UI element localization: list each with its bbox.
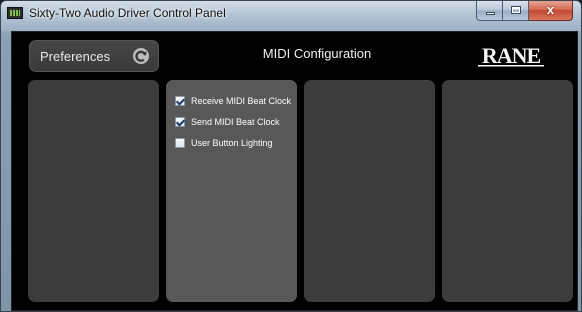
page-title: MIDI Configuration [262,46,372,61]
send-midi-beat-clock-checkbox[interactable] [175,117,185,127]
maximize-button[interactable] [503,1,529,21]
rane-logo: RANE [478,43,544,68]
refresh-icon [133,48,149,64]
close-icon: x [546,2,555,17]
app-window: Sixty-Two Audio Driver Control Panel x P… [0,0,582,312]
settings-panel-3 [304,80,435,302]
minimize-button[interactable] [476,1,503,21]
mixer-app-icon[interactable] [7,7,23,19]
title-bar[interactable]: Sixty-Two Audio Driver Control Panel x [1,1,581,31]
send-midi-beat-clock-label: Send MIDI Beat Clock [191,117,280,127]
settings-panel-4 [442,80,573,302]
maximize-icon [511,6,521,14]
window-title: Sixty-Two Audio Driver Control Panel [29,6,226,20]
receive-midi-beat-clock-option[interactable]: Receive MIDI Beat Clock [175,94,291,108]
control-panel-client: Preferences MIDI Configuration RANE Rece… [11,31,578,311]
close-button[interactable]: x [529,1,573,21]
user-button-lighting-checkbox[interactable] [175,138,185,148]
user-button-lighting-label: User Button Lighting [191,138,273,148]
panel-header: Preferences MIDI Configuration RANE [12,32,577,78]
window-controls: x [476,1,573,21]
midi-options-panel: Receive MIDI Beat Clock Send MIDI Beat C… [166,80,297,302]
receive-midi-beat-clock-label: Receive MIDI Beat Clock [191,96,292,106]
send-midi-beat-clock-option[interactable]: Send MIDI Beat Clock [175,115,280,129]
preferences-label: Preferences [40,49,111,64]
svg-text:RANE: RANE [482,43,541,68]
user-button-lighting-option[interactable]: User Button Lighting [175,136,273,150]
minimize-icon [486,12,495,15]
settings-panel-1 [28,80,159,302]
preferences-button[interactable]: Preferences [29,40,159,72]
receive-midi-beat-clock-checkbox[interactable] [175,96,185,106]
